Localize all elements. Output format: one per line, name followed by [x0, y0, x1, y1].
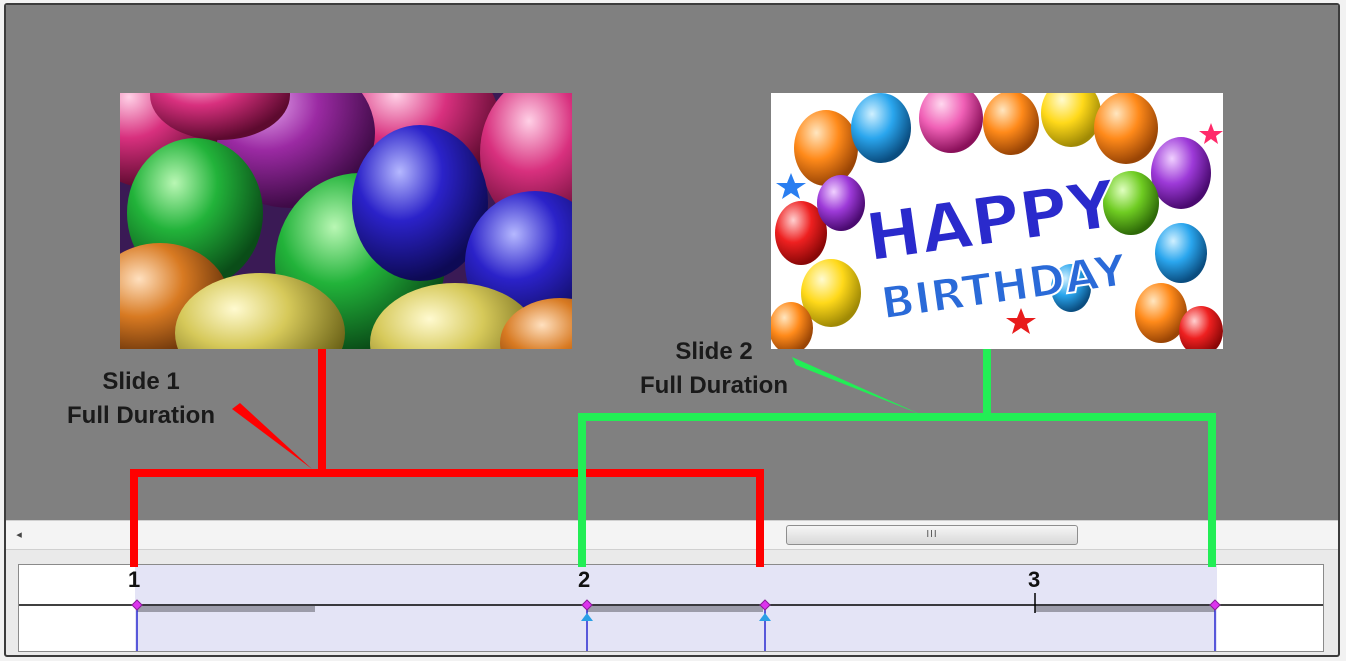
horizontal-scrollbar[interactable]: ◂ III — [6, 520, 1338, 550]
slide-3-progress-bar — [1035, 606, 1215, 612]
slide-2-duration-label: Full Duration — [640, 372, 788, 399]
slide-2-thumbnail[interactable]: HAPPY BIRTHDAY — [771, 93, 1223, 349]
slide-1-thumbnail[interactable] — [120, 93, 572, 349]
slide-1-progress-bar — [137, 606, 315, 612]
scroll-left-arrow-icon[interactable]: ◂ — [12, 527, 26, 543]
transition-arrow-icon — [581, 613, 593, 621]
slide-1-callout: Slide 1 Full Duration — [36, 365, 246, 433]
slide-1-duration-label: Full Duration — [67, 402, 215, 429]
slideshow-editor-window: HAPPY BIRTHDAY Slide 1 Full Duration Sli… — [4, 3, 1340, 657]
slide-2-progress-bar — [587, 606, 763, 612]
scrollbar-grip: III — [926, 529, 938, 540]
timeline-tracks — [19, 593, 1323, 651]
preview-stage: HAPPY BIRTHDAY Slide 1 Full Duration Sli… — [6, 5, 1338, 520]
scrollbar-thumb[interactable]: III — [786, 525, 1078, 545]
slide-timeline[interactable]: 1 2 3 — [18, 564, 1324, 652]
slide-2-label: Slide 2 — [675, 338, 753, 365]
transition-arrow-icon — [759, 613, 771, 621]
slide-1-label: Slide 1 — [102, 368, 180, 395]
slide-2-callout: Slide 2 Full Duration — [614, 335, 814, 403]
